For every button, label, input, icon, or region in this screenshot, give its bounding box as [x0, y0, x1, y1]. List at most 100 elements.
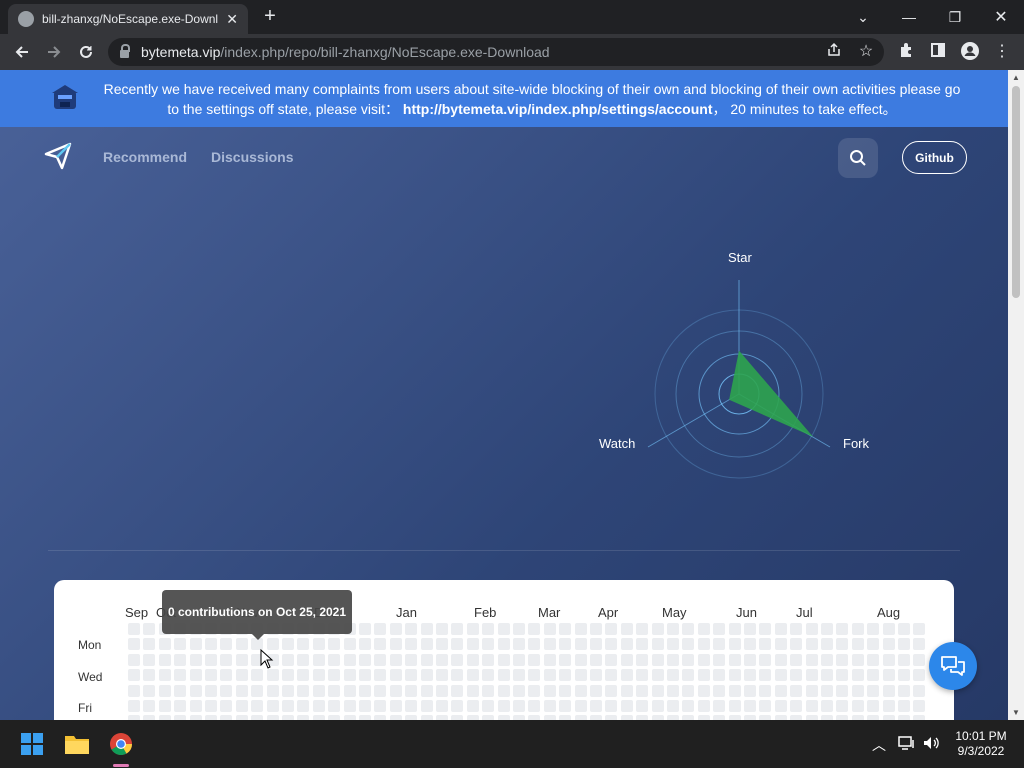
contribution-day-cell[interactable]: [405, 700, 417, 712]
contribution-day-cell[interactable]: [775, 623, 787, 635]
contribution-day-cell[interactable]: [821, 638, 833, 650]
contribution-day-cell[interactable]: [898, 685, 910, 697]
contribution-day-cell[interactable]: [667, 700, 679, 712]
contribution-day-cell[interactable]: [605, 638, 617, 650]
contribution-day-cell[interactable]: [451, 700, 463, 712]
contribution-day-cell[interactable]: [313, 654, 325, 666]
contribution-day-cell[interactable]: [498, 685, 510, 697]
contribution-day-cell[interactable]: [374, 700, 386, 712]
side-panel-icon[interactable]: [928, 42, 948, 62]
page-scrollbar[interactable]: ▲ ▼: [1008, 70, 1024, 720]
new-tab-button[interactable]: +: [260, 6, 280, 26]
contribution-day-cell[interactable]: [744, 638, 756, 650]
contribution-day-cell[interactable]: [652, 654, 664, 666]
contribution-day-cell[interactable]: [806, 685, 818, 697]
contribution-day-cell[interactable]: [220, 685, 232, 697]
contribution-day-cell[interactable]: [344, 654, 356, 666]
contribution-day-cell[interactable]: [575, 654, 587, 666]
contribution-day-cell[interactable]: [451, 685, 463, 697]
windows-start-icon[interactable]: [16, 728, 48, 760]
contribution-day-cell[interactable]: [836, 669, 848, 681]
contribution-day-cell[interactable]: [482, 638, 494, 650]
contribution-day-cell[interactable]: [236, 654, 248, 666]
contribution-day-cell[interactable]: [159, 669, 171, 681]
contribution-day-cell[interactable]: [883, 654, 895, 666]
contribution-day-cell[interactable]: [251, 700, 263, 712]
share-icon[interactable]: [824, 42, 844, 62]
contribution-day-cell[interactable]: [682, 685, 694, 697]
contribution-day-cell[interactable]: [790, 700, 802, 712]
contribution-day-cell[interactable]: [590, 654, 602, 666]
contribution-day-cell[interactable]: [652, 700, 664, 712]
contribution-day-cell[interactable]: [836, 638, 848, 650]
contribution-day-cell[interactable]: [682, 669, 694, 681]
contribution-day-cell[interactable]: [667, 654, 679, 666]
contribution-day-cell[interactable]: [174, 685, 186, 697]
contribution-day-cell[interactable]: [682, 700, 694, 712]
contribution-day-cell[interactable]: [913, 623, 925, 635]
contribution-day-cell[interactable]: [775, 669, 787, 681]
contribution-day-cell[interactable]: [436, 685, 448, 697]
contribution-day-cell[interactable]: [575, 685, 587, 697]
contribution-day-cell[interactable]: [559, 700, 571, 712]
contribution-day-cell[interactable]: [421, 700, 433, 712]
contribution-day-cell[interactable]: [482, 623, 494, 635]
contribution-day-cell[interactable]: [251, 685, 263, 697]
nav-recommend[interactable]: Recommend: [103, 149, 187, 165]
file-explorer-icon[interactable]: [61, 728, 93, 760]
contribution-day-cell[interactable]: [513, 700, 525, 712]
contribution-day-cell[interactable]: [128, 623, 140, 635]
contribution-day-cell[interactable]: [498, 654, 510, 666]
contribution-day-cell[interactable]: [405, 623, 417, 635]
contribution-day-cell[interactable]: [883, 669, 895, 681]
contribution-day-cell[interactable]: [421, 623, 433, 635]
contribution-day-cell[interactable]: [852, 623, 864, 635]
tab-search-icon[interactable]: ⌄: [840, 0, 886, 34]
contribution-day-cell[interactable]: [267, 700, 279, 712]
contribution-day-cell[interactable]: [390, 638, 402, 650]
contribution-day-cell[interactable]: [159, 685, 171, 697]
contribution-day-cell[interactable]: [205, 685, 217, 697]
scrollbar-thumb[interactable]: [1012, 86, 1020, 298]
contribution-day-cell[interactable]: [467, 638, 479, 650]
contribution-day-cell[interactable]: [790, 654, 802, 666]
contribution-day-cell[interactable]: [544, 669, 556, 681]
contribution-day-cell[interactable]: [744, 623, 756, 635]
contribution-day-cell[interactable]: [421, 685, 433, 697]
contribution-day-cell[interactable]: [374, 669, 386, 681]
contribution-day-cell[interactable]: [867, 638, 879, 650]
contribution-day-cell[interactable]: [421, 654, 433, 666]
address-bar[interactable]: bytemeta.vip/index.php/repo/bill-zhanxg/…: [108, 38, 884, 66]
contribution-day-cell[interactable]: [143, 685, 155, 697]
github-button[interactable]: Github: [902, 141, 967, 174]
contribution-day-cell[interactable]: [236, 669, 248, 681]
contribution-day-cell[interactable]: [898, 638, 910, 650]
contribution-day-cell[interactable]: [344, 638, 356, 650]
contribution-day-cell[interactable]: [528, 623, 540, 635]
contribution-day-cell[interactable]: [806, 669, 818, 681]
contribution-day-cell[interactable]: [451, 669, 463, 681]
contribution-day-cell[interactable]: [236, 638, 248, 650]
contribution-day-cell[interactable]: [729, 700, 741, 712]
contribution-day-cell[interactable]: [190, 669, 202, 681]
contribution-day-cell[interactable]: [744, 700, 756, 712]
chrome-icon[interactable]: [105, 728, 137, 767]
window-close-button[interactable]: ✕: [978, 0, 1024, 34]
contribution-day-cell[interactable]: [883, 638, 895, 650]
contribution-day-cell[interactable]: [867, 685, 879, 697]
contribution-day-cell[interactable]: [852, 638, 864, 650]
contribution-day-cell[interactable]: [528, 654, 540, 666]
contribution-day-cell[interactable]: [559, 638, 571, 650]
contribution-day-cell[interactable]: [621, 654, 633, 666]
search-button[interactable]: [838, 138, 878, 178]
contribution-day-cell[interactable]: [143, 669, 155, 681]
contribution-day-cell[interactable]: [836, 654, 848, 666]
contribution-day-cell[interactable]: [405, 669, 417, 681]
contribution-day-cell[interactable]: [513, 685, 525, 697]
contribution-day-cell[interactable]: [128, 669, 140, 681]
contribution-day-cell[interactable]: [729, 669, 741, 681]
contribution-day-cell[interactable]: [390, 669, 402, 681]
contribution-day-cell[interactable]: [467, 623, 479, 635]
contribution-day-cell[interactable]: [282, 700, 294, 712]
contribution-day-cell[interactable]: [806, 700, 818, 712]
